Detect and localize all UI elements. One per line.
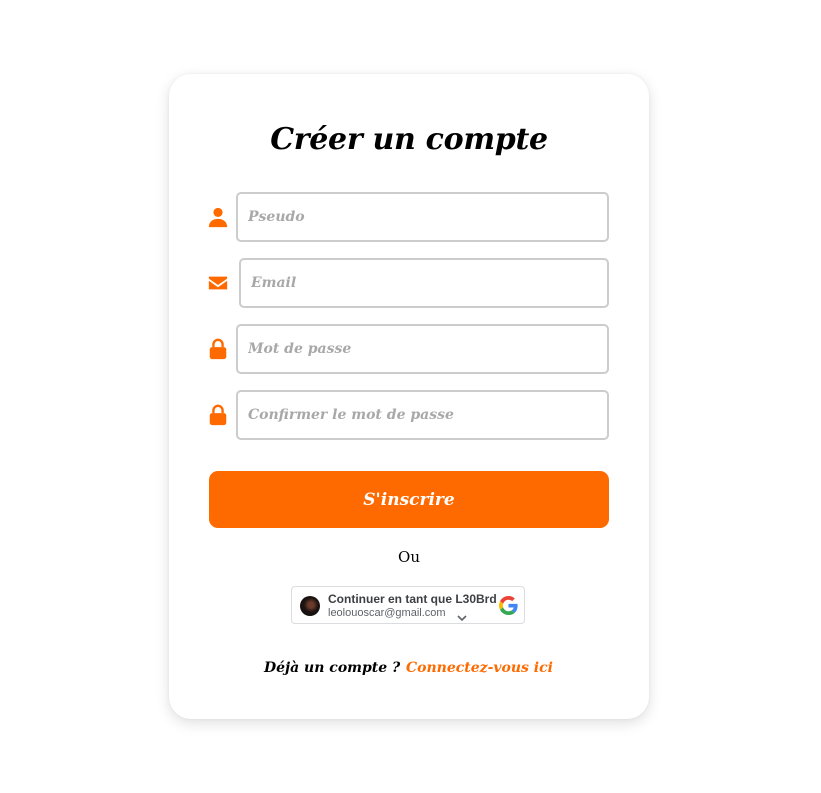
lock-icon <box>207 404 229 426</box>
login-prompt-text: Déjà un compte ? <box>264 660 401 676</box>
google-account-email: leolouoscar@gmail.com <box>328 607 446 619</box>
signup-card: Créer un compte S'inscrire Ou Continuer … <box>169 74 649 719</box>
envelope-icon <box>207 272 229 294</box>
pseudo-row <box>169 192 649 242</box>
email-row <box>169 258 649 308</box>
lock-icon <box>207 338 229 360</box>
google-continue-label: Continuer en tant que L30Brd <box>328 592 497 606</box>
pseudo-input[interactable] <box>236 192 609 242</box>
or-separator: Ou <box>398 548 420 566</box>
password-input[interactable] <box>236 324 609 374</box>
login-prompt: Déjà un compte ? Connectez-vous ici <box>169 658 649 680</box>
confirm-password-input[interactable] <box>236 390 609 440</box>
signup-button[interactable]: S'inscrire <box>209 471 609 528</box>
page-title: Créer un compte <box>270 122 548 157</box>
user-icon <box>207 206 229 228</box>
password-row <box>169 324 649 374</box>
google-continue-button[interactable]: Continuer en tant que L30Brd leolouoscar… <box>291 586 525 624</box>
chevron-down-icon <box>456 608 468 622</box>
google-logo-icon <box>499 596 518 615</box>
login-link[interactable]: Connectez-vous ici <box>406 660 553 676</box>
email-input[interactable] <box>239 258 609 308</box>
avatar <box>300 596 320 616</box>
confirm-password-row <box>169 390 649 440</box>
